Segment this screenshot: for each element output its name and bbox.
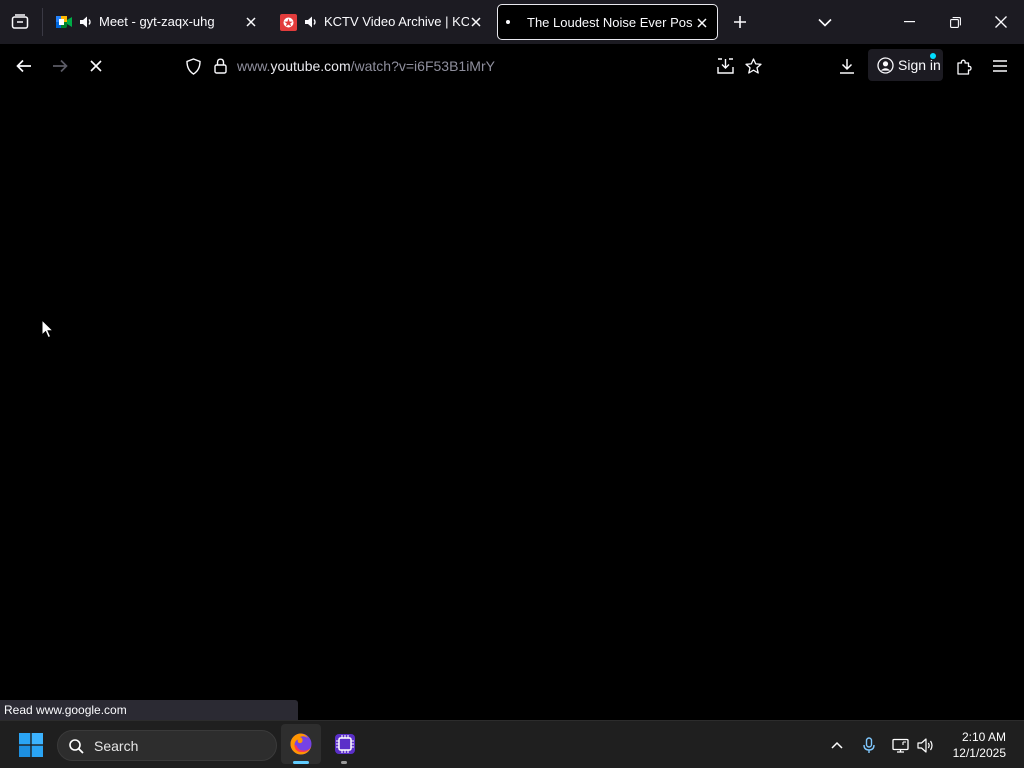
search-placeholder: Search xyxy=(94,738,139,754)
url-prefix: www. xyxy=(237,58,271,74)
page-content[interactable] xyxy=(0,88,1024,720)
restore-icon[interactable] xyxy=(932,6,978,38)
window-close-icon[interactable] xyxy=(978,6,1024,38)
tab-title: KCTV Video Archive | KCNA xyxy=(324,14,469,29)
address-bar[interactable]: www.youtube.com/watch?v=i6F53B1iMrY xyxy=(237,58,495,74)
tab-list-chevron-icon[interactable] xyxy=(813,10,837,34)
tab-title: The Loudest Noise Ever Possible xyxy=(527,15,693,30)
speaker-icon[interactable] xyxy=(78,14,94,30)
forward-icon xyxy=(46,52,74,80)
volume-icon[interactable] xyxy=(914,733,938,757)
mouse-cursor-icon xyxy=(41,319,54,339)
bookmark-star-icon[interactable] xyxy=(740,53,766,79)
clock-time: 2:10 AM xyxy=(961,730,1006,744)
tab-overview-icon[interactable] xyxy=(8,10,32,34)
lock-icon[interactable] xyxy=(209,54,231,78)
taskbar: Search 2:10 AM 12/1/2025 xyxy=(0,720,1024,768)
kctv-favicon xyxy=(279,13,297,31)
tracking-shield-icon[interactable] xyxy=(181,54,205,78)
meet-favicon xyxy=(56,14,72,30)
speaker-icon[interactable] xyxy=(303,14,319,30)
windows-start-icon[interactable] xyxy=(15,732,47,758)
downloads-icon[interactable] xyxy=(834,53,860,79)
new-tab-icon[interactable] xyxy=(728,10,752,34)
status-bar: Read www.google.com xyxy=(0,700,298,720)
firefox-icon[interactable] xyxy=(281,724,321,764)
tab-active[interactable]: The Loudest Noise Ever Possible xyxy=(497,4,718,40)
sign-in-label: Sign in xyxy=(898,57,941,73)
url-path: /watch?v=i6F53B1iMrY xyxy=(350,58,495,74)
notification-dot xyxy=(930,53,936,59)
app-icon[interactable] xyxy=(325,724,365,764)
sign-in-button[interactable]: Sign in xyxy=(868,49,943,81)
stop-loading-icon[interactable] xyxy=(82,52,110,80)
save-page-icon[interactable] xyxy=(712,53,738,79)
loading-dot-icon xyxy=(506,20,510,24)
tab-meet[interactable]: Meet - gyt-zaqx-uhg xyxy=(54,4,262,40)
minimize-icon[interactable] xyxy=(886,6,932,38)
chevron-up-icon[interactable] xyxy=(826,733,848,757)
menu-icon[interactable] xyxy=(987,53,1013,79)
taskbar-search-box[interactable]: Search xyxy=(57,730,277,761)
close-icon[interactable] xyxy=(693,14,711,32)
microphone-icon[interactable] xyxy=(858,733,880,757)
app-running-indicator xyxy=(341,761,347,764)
firefox-active-indicator xyxy=(293,761,309,764)
tab-strip: Meet - gyt-zaqx-uhg KCTV Video Archive |… xyxy=(0,0,1024,44)
back-icon[interactable] xyxy=(10,52,38,80)
url-host: youtube.com xyxy=(270,58,351,74)
close-icon[interactable] xyxy=(467,13,485,31)
navigation-toolbar: www.youtube.com/watch?v=i6F53B1iMrY Sign… xyxy=(0,44,1024,88)
network-icon[interactable] xyxy=(888,733,912,757)
taskbar-clock[interactable]: 2:10 AM 12/1/2025 xyxy=(953,729,1006,761)
account-icon xyxy=(876,56,894,74)
clock-date: 12/1/2025 xyxy=(952,746,1006,760)
close-icon[interactable] xyxy=(242,13,260,31)
tab-kctv[interactable]: KCTV Video Archive | KCNA xyxy=(279,4,487,40)
extensions-icon[interactable] xyxy=(951,53,977,79)
search-icon xyxy=(68,738,84,754)
tab-title: Meet - gyt-zaqx-uhg xyxy=(99,14,215,29)
tab-separator xyxy=(42,8,43,36)
